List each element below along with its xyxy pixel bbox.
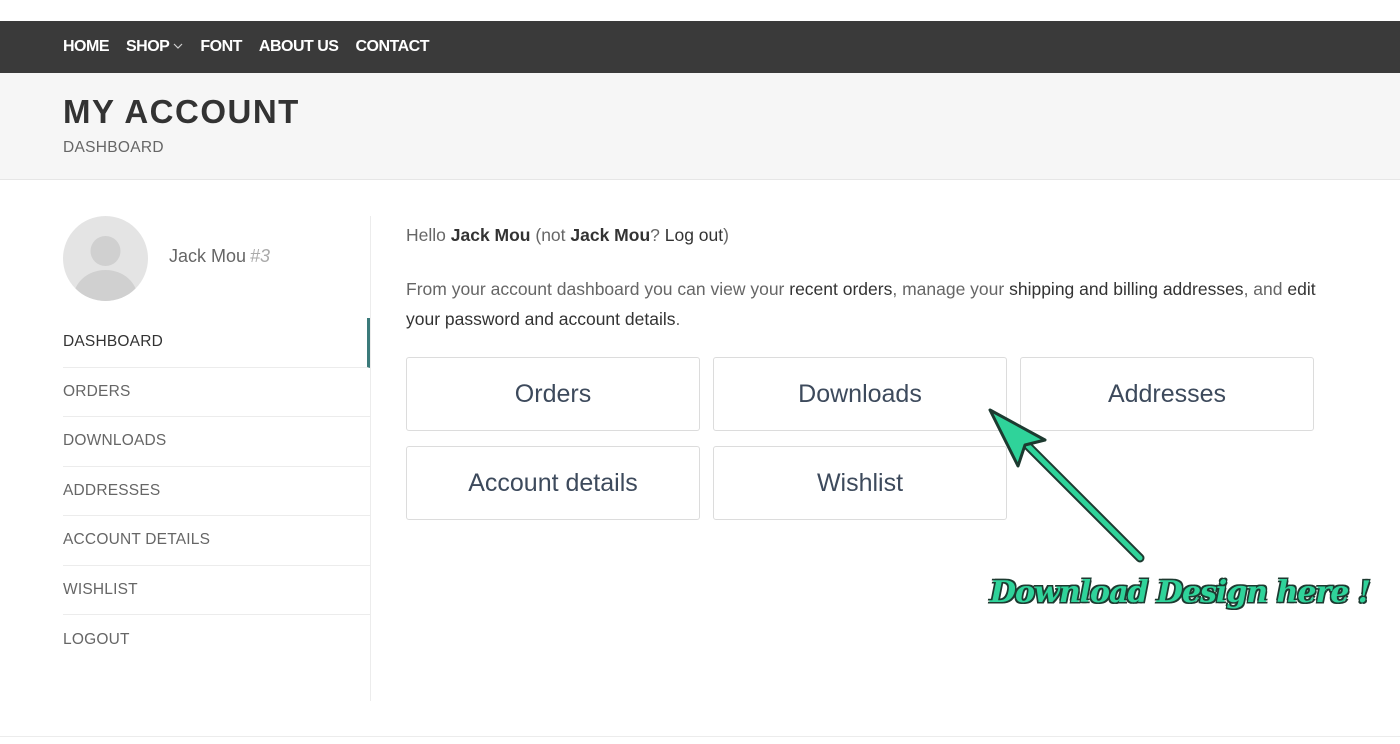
user-name-text: Jack Mou <box>169 246 247 266</box>
sidebar-item-dashboard[interactable]: DASHBOARD <box>63 318 370 368</box>
breadcrumb: DASHBOARD <box>63 139 164 156</box>
greeting-question: ? <box>650 225 665 245</box>
annotation-arrow-icon <box>988 408 1145 563</box>
greeting: Hello Jack Mou (not Jack Mou? Log out) <box>406 220 1326 250</box>
annotation-text: Download Design here ! <box>990 575 1371 610</box>
chevron-down-icon <box>173 43 183 49</box>
page-title: MY ACCOUNT <box>63 93 300 130</box>
user-silhouette-icon <box>73 236 138 301</box>
top-navigation: HOME SHOP FONT ABOUT US CONTACT <box>0 21 1400 73</box>
nav-shop-label: SHOP <box>126 38 170 55</box>
sidebar-item-addresses[interactable]: ADDRESSES <box>63 467 370 516</box>
greeting-not: (not <box>530 225 571 245</box>
greeting-hello: Hello <box>406 225 451 245</box>
user-name: Jack Mou #3 <box>169 246 270 267</box>
account-sidebar: DASHBOARD ORDERS DOWNLOADS ADDRESSES ACC… <box>63 318 370 665</box>
avatar <box>63 216 148 301</box>
nav-shop[interactable]: SHOP <box>126 38 183 56</box>
sidebar-item-wishlist[interactable]: WISHLIST <box>63 566 370 615</box>
greeting-close: ) <box>723 225 729 245</box>
tile-orders[interactable]: Orders <box>406 357 700 431</box>
intro-part-3: , and <box>1243 279 1288 299</box>
greeting-not-name: Jack Mou <box>570 225 651 245</box>
nav-about-us[interactable]: ABOUT US <box>259 38 339 56</box>
greeting-name: Jack Mou <box>450 225 531 245</box>
dashboard-content: Hello Jack Mou (not Jack Mou? Log out) F… <box>406 220 1326 334</box>
user-id: #3 <box>250 246 271 266</box>
nav-font[interactable]: FONT <box>200 38 242 56</box>
tile-account-details[interactable]: Account details <box>406 446 700 520</box>
intro-part-4: . <box>675 309 681 329</box>
sidebar-divider <box>370 216 371 701</box>
sidebar-item-downloads[interactable]: DOWNLOADS <box>63 417 370 467</box>
sidebar-item-account-details[interactable]: ACCOUNT DETAILS <box>63 516 370 566</box>
sidebar-item-logout[interactable]: LOGOUT <box>63 615 370 665</box>
nav-contact[interactable]: CONTACT <box>355 38 429 56</box>
footer-divider <box>0 736 1400 737</box>
intro-part-1: From your account dashboard you can view… <box>406 279 790 299</box>
nav-home[interactable]: HOME <box>63 38 110 56</box>
tile-downloads[interactable]: Downloads <box>713 357 1007 431</box>
page-header: MY ACCOUNT DASHBOARD <box>0 73 1400 180</box>
recent-orders-link[interactable]: recent orders <box>789 279 892 299</box>
tile-wishlist[interactable]: Wishlist <box>713 446 1007 520</box>
intro-part-2: , manage your <box>892 279 1010 299</box>
addresses-link[interactable]: shipping and billing addresses <box>1009 279 1243 299</box>
logout-link[interactable]: Log out <box>665 225 723 245</box>
sidebar-item-orders[interactable]: ORDERS <box>63 368 370 417</box>
intro-text: From your account dashboard you can view… <box>406 274 1326 334</box>
